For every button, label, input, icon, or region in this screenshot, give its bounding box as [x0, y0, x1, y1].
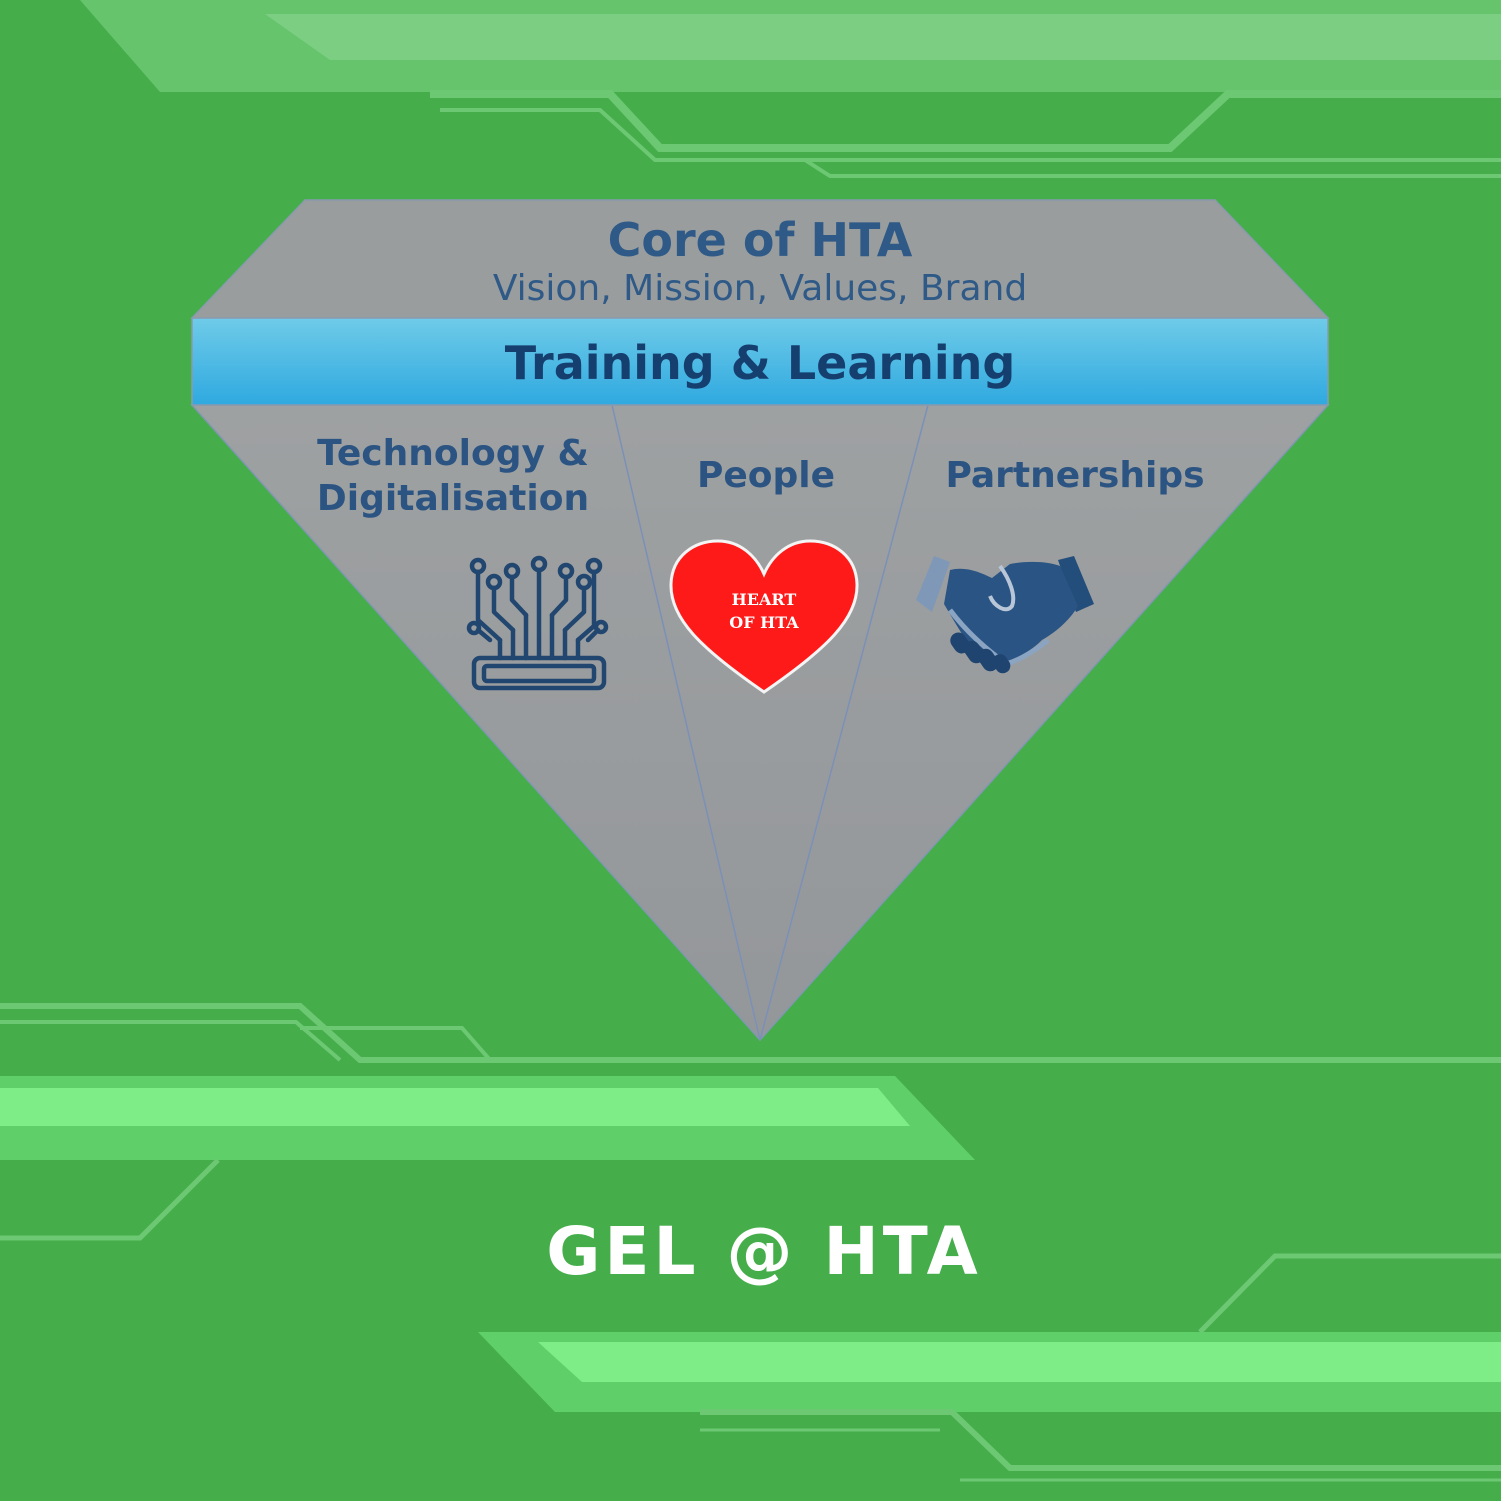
pillar-partnerships-label: Partnerships [945, 455, 1204, 496]
pillar-technology-line2: Digitalisation [317, 478, 589, 519]
heart-text-line1: HEART [732, 590, 797, 609]
pillar-technology-line1: Technology & [317, 433, 589, 474]
training-band-label: Training & Learning [505, 336, 1016, 390]
heart-text-line2: OF HTA [729, 613, 799, 632]
pillar-people-label: People [697, 455, 835, 496]
gel-hta-graphic: Core of HTA Vision, Mission, Values, Bra… [0, 0, 1501, 1501]
footer-title: GEL @ HTA [546, 1213, 981, 1290]
core-subtitle: Vision, Mission, Values, Brand [493, 268, 1027, 309]
core-title: Core of HTA [608, 213, 913, 267]
